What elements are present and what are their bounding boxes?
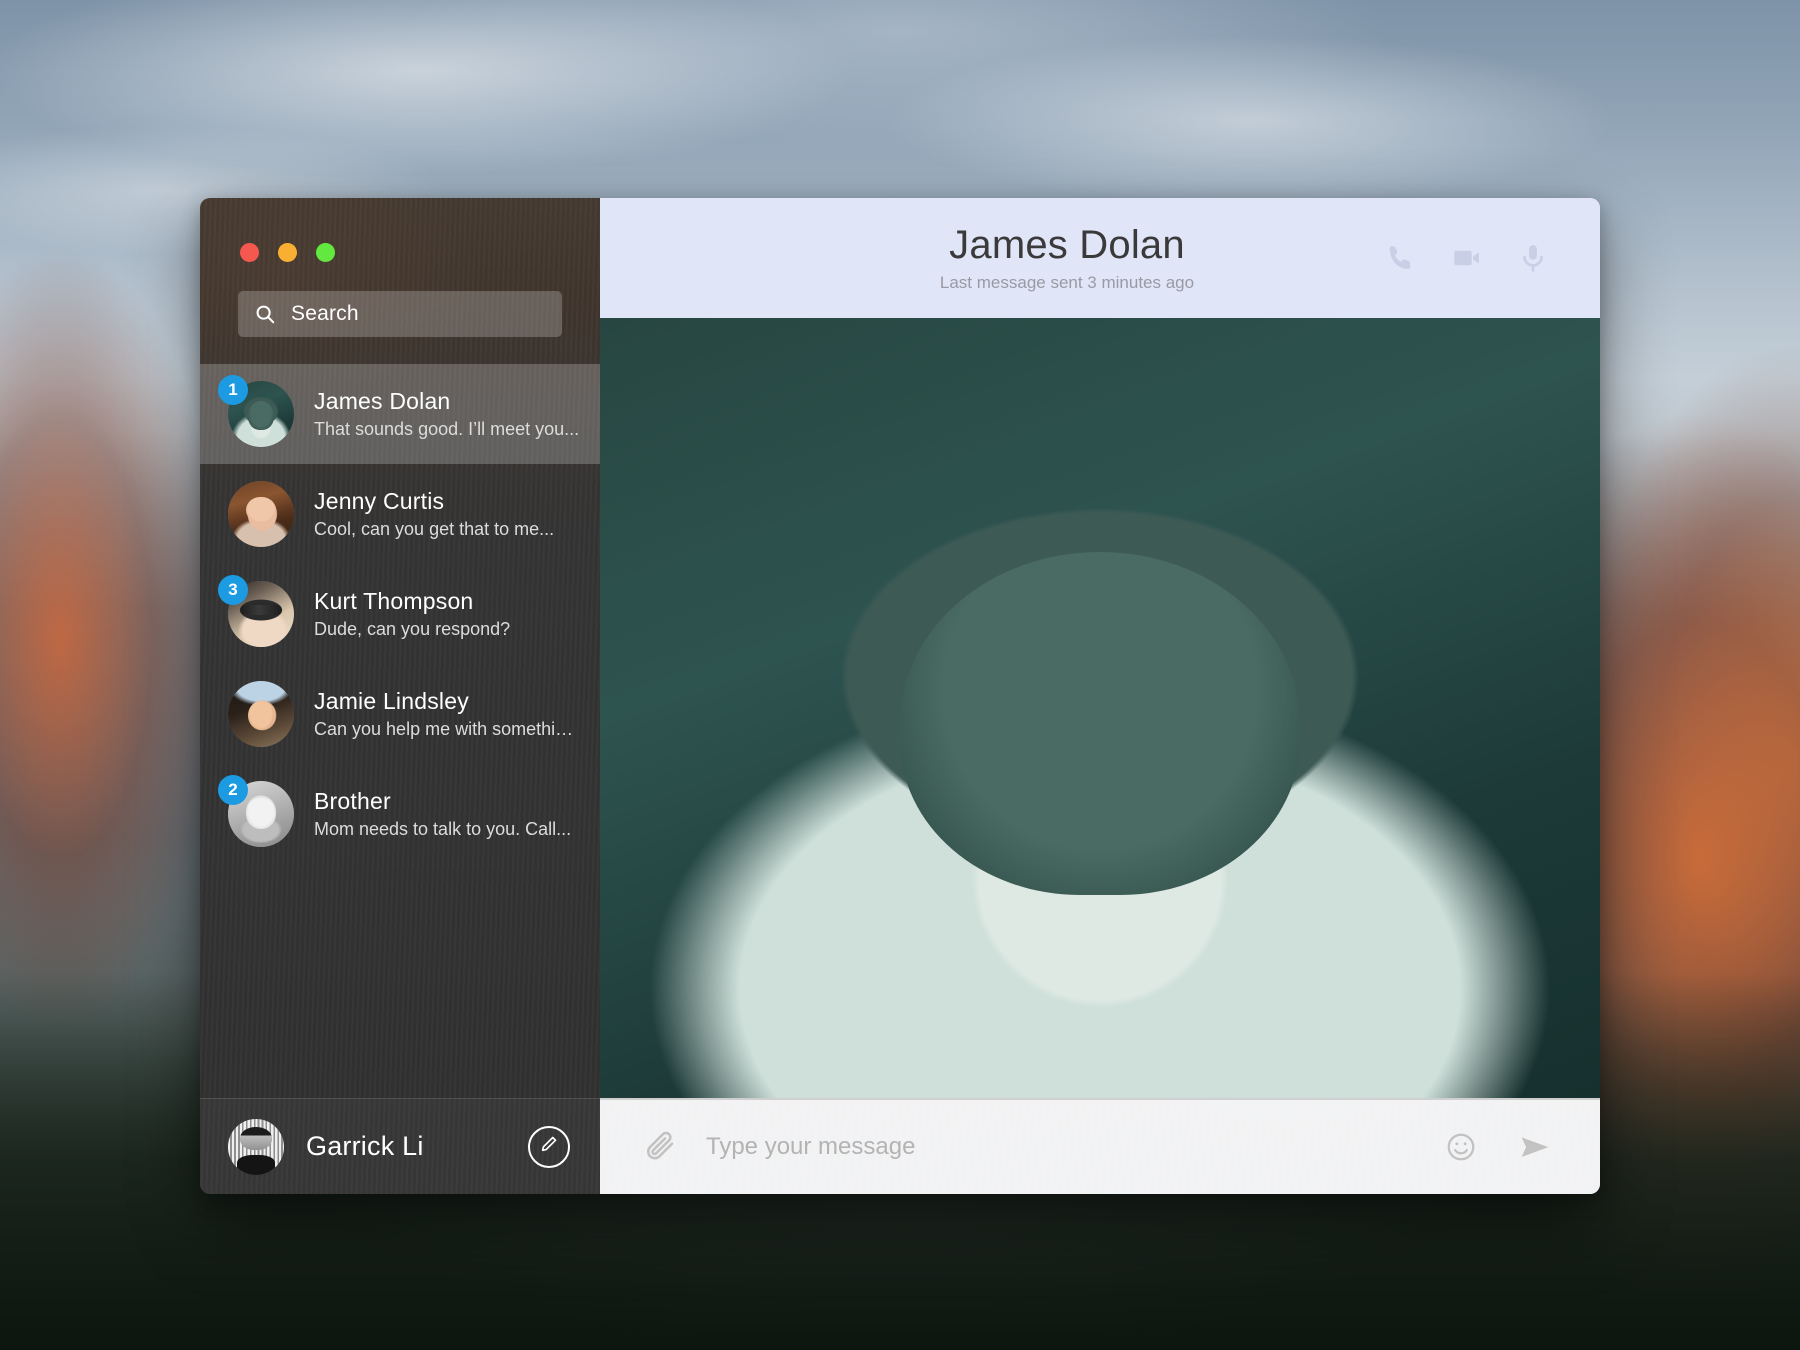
chat-header-actions xyxy=(1384,241,1550,275)
chat-subtitle: Last message sent 3 minutes ago xyxy=(939,273,1195,292)
message-input[interactable] xyxy=(706,1133,1444,1161)
message-composer xyxy=(600,1098,1600,1194)
unread-badge: 1 xyxy=(218,375,248,405)
current-user-bar: Garrick Li xyxy=(200,1098,600,1194)
close-button[interactable] xyxy=(240,243,259,262)
avatar-wrap: 1 xyxy=(218,375,294,447)
message-row-incoming: That sounds good. I’ll meet you in the c… xyxy=(600,318,1600,1098)
chat-list[interactable]: 1 James Dolan That sounds good. I’ll mee… xyxy=(200,364,600,1098)
current-user-name: Garrick Li xyxy=(306,1131,424,1161)
chat-panel: James Dolan Last message sent 3 minutes … xyxy=(600,198,1600,1194)
compose-button[interactable] xyxy=(528,1125,570,1168)
avatar xyxy=(228,481,294,547)
chat-list-item-brother[interactable]: 2 Brother Mom needs to talk to you. Call… xyxy=(200,764,600,864)
chat-name: Kurt Thompson xyxy=(314,588,474,614)
chat-preview: Can you help me with something? xyxy=(314,719,582,739)
messenger-window: Search 1 James Dolan That sounds good. I… xyxy=(200,198,1600,1194)
minimize-button[interactable] xyxy=(278,243,297,262)
microphone-icon[interactable] xyxy=(1516,241,1550,275)
composer-actions xyxy=(1444,1130,1552,1164)
chat-meta: James Dolan That sounds good. I’ll meet … xyxy=(314,388,582,440)
chat-preview: That sounds good. I’ll meet you... xyxy=(314,419,580,439)
chat-meta: Kurt Thompson Dude, can you respond? xyxy=(314,588,582,640)
sidebar: Search 1 James Dolan That sounds good. I… xyxy=(200,198,600,1194)
message-list: Hey, I wanted to see if you are availabl… xyxy=(600,318,1600,1098)
chat-header: James Dolan Last message sent 3 minutes … xyxy=(600,198,1600,318)
unread-badge: 3 xyxy=(218,575,248,605)
avatar xyxy=(228,681,294,747)
chat-name: James Dolan xyxy=(314,388,451,414)
avatar-wrap: 2 xyxy=(218,775,294,847)
avatar-wrap xyxy=(228,681,294,747)
chat-name: Jenny Curtis xyxy=(314,488,445,514)
chat-name: Brother xyxy=(314,788,391,814)
paperclip-icon[interactable] xyxy=(642,1128,680,1166)
chat-header-titles: James Dolan Last message sent 3 minutes … xyxy=(600,223,1384,293)
chat-meta: Jamie Lindsley Can you help me with some… xyxy=(314,688,582,740)
chat-list-item-james-dolan[interactable]: 1 James Dolan That sounds good. I’ll mee… xyxy=(200,364,600,464)
video-call-icon[interactable] xyxy=(1450,241,1484,275)
chat-list-item-jamie-lindsley[interactable]: Jamie Lindsley Can you help me with some… xyxy=(200,664,600,764)
window-traffic-lights xyxy=(200,198,600,262)
chat-title: James Dolan xyxy=(949,223,1185,267)
send-icon[interactable] xyxy=(1518,1130,1552,1164)
chat-preview: Dude, can you respond? xyxy=(314,619,511,639)
chat-list-item-kurt-thompson[interactable]: 3 Kurt Thompson Dude, can you respond? xyxy=(200,564,600,664)
smiley-icon[interactable] xyxy=(1444,1130,1478,1164)
search-icon xyxy=(254,303,276,325)
pencil-icon xyxy=(539,1134,559,1159)
phone-call-icon[interactable] xyxy=(1384,241,1418,275)
zoom-button[interactable] xyxy=(316,243,335,262)
current-user-avatar[interactable] xyxy=(228,1118,284,1175)
chat-preview: Cool, can you get that to me... xyxy=(314,519,555,539)
message-avatar xyxy=(600,318,1600,1098)
avatar-wrap xyxy=(228,481,294,547)
chat-list-item-jenny-curtis[interactable]: Jenny Curtis Cool, can you get that to m… xyxy=(200,464,600,564)
search-input[interactable]: Search xyxy=(238,291,562,337)
desktop-wallpaper: Search 1 James Dolan That sounds good. I… xyxy=(0,0,1800,1350)
chat-preview: Mom needs to talk to you. Call... xyxy=(314,819,572,839)
chat-meta: Jenny Curtis Cool, can you get that to m… xyxy=(314,488,582,540)
search-placeholder-text: Search xyxy=(291,302,359,325)
chat-name: Jamie Lindsley xyxy=(314,688,469,714)
search-row: Search xyxy=(200,262,600,337)
unread-badge: 2 xyxy=(218,775,248,805)
chat-meta: Brother Mom needs to talk to you. Call..… xyxy=(314,788,582,840)
avatar-wrap: 3 xyxy=(218,575,294,647)
